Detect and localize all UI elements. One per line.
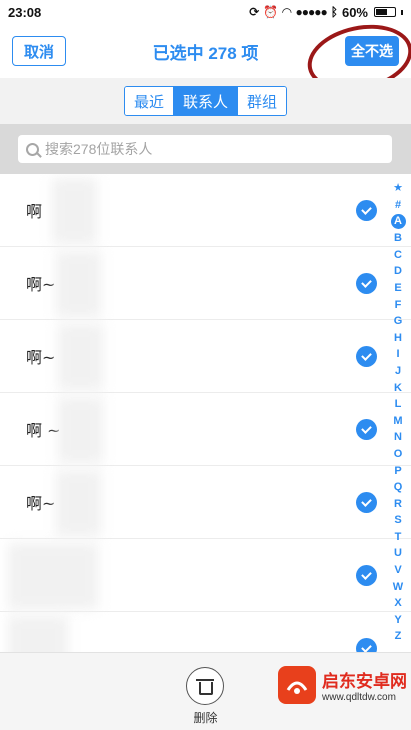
bluetooth-icon: ᛒ — [330, 5, 338, 19]
alphabet-index[interactable]: ★ # A B C D E F G H I J K L M N O P Q R S T U V W X Y Z — [390, 180, 406, 645]
blurred-region — [8, 616, 68, 652]
alpha-index-letter[interactable]: W — [390, 579, 406, 596]
contact-name: 啊 ~ — [26, 421, 61, 440]
battery-icon — [374, 7, 396, 17]
contact-name: 啊 — [26, 202, 43, 221]
segmented-control: 最近 联系人 群组 — [123, 86, 288, 116]
list-item[interactable]: 啊 — [0, 174, 411, 247]
alpha-index-letter[interactable]: C — [390, 247, 406, 264]
alpha-index-letter[interactable]: A — [390, 214, 406, 230]
nav-bar: 取消 已选中 278 项 全不选 — [0, 15, 411, 101]
list-item[interactable]: 啊 ~ — [0, 393, 411, 466]
blurred-region — [58, 397, 103, 463]
alpha-index-letter[interactable]: M — [390, 413, 406, 430]
trash-icon — [196, 679, 214, 695]
contact-name: 啊~ — [26, 494, 56, 513]
cancel-button[interactable]: 取消 — [12, 36, 66, 66]
alpha-index-letter[interactable]: ★ — [390, 180, 406, 197]
list-item[interactable]: 啊~ — [0, 466, 411, 539]
battery-percent: 60% — [341, 4, 368, 20]
checkmark-icon[interactable] — [356, 492, 377, 513]
blurred-region — [58, 324, 103, 390]
watermark-title: 启东安卓网 — [322, 672, 407, 691]
blurred-region — [56, 470, 101, 536]
alpha-index-letter[interactable]: Q — [390, 479, 406, 496]
battery-cap — [401, 9, 403, 15]
wifi-icon: ◠ — [282, 5, 292, 19]
signal-icon: ●●●●● — [295, 5, 328, 19]
alpha-index-letter[interactable]: V — [390, 562, 406, 579]
alpha-index-letter[interactable]: S — [390, 512, 406, 529]
alpha-index-letter[interactable]: O — [390, 446, 406, 463]
checkmark-icon[interactable] — [356, 346, 377, 367]
checkmark-icon[interactable] — [356, 419, 377, 440]
alpha-index-letter[interactable]: E — [390, 280, 406, 297]
watermark-url: www.qdltdw.com — [322, 692, 396, 703]
watermark: 启东安卓网 www.qdltdw.com — [278, 666, 407, 704]
alpha-index-letter[interactable]: P — [390, 463, 406, 480]
alpha-index-letter[interactable]: R — [390, 496, 406, 513]
contact-name: 啊~ — [26, 275, 56, 294]
alarm-icon: ⏰ — [263, 5, 279, 19]
alpha-index-letter[interactable]: X — [390, 595, 406, 612]
checkmark-icon[interactable] — [356, 200, 377, 221]
delete-label: 删除 — [193, 711, 218, 725]
contact-list: 啊 啊~ 啊~ 啊 ~ 啊~ — [0, 174, 411, 652]
alpha-index-letter[interactable]: H — [390, 330, 406, 347]
alpha-index-letter[interactable]: B — [390, 230, 406, 247]
contact-name: 啊~ — [26, 348, 56, 367]
status-bar: 23:08 ⟳ ⏰ ◠ ●●●●● ᛒ 60% — [0, 0, 411, 24]
delete-button[interactable] — [186, 667, 224, 705]
watermark-logo-icon — [278, 666, 316, 704]
alpha-index-letter[interactable]: # — [390, 197, 406, 214]
segment-bar: 最近 联系人 群组 — [0, 78, 411, 124]
alpha-index-letter[interactable]: I — [390, 346, 406, 363]
alpha-index-letter[interactable]: L — [390, 396, 406, 413]
blurred-region — [56, 251, 101, 317]
alpha-index-letter[interactable]: K — [390, 380, 406, 397]
alpha-index-letter[interactable]: Y — [390, 612, 406, 629]
search-bar — [0, 124, 411, 174]
alpha-index-letter[interactable]: T — [390, 529, 406, 546]
tab-groups[interactable]: 群组 — [237, 87, 287, 115]
checkmark-icon[interactable] — [356, 273, 377, 294]
list-item[interactable]: 啊~ — [0, 247, 411, 320]
deselect-all-button[interactable]: 全不选 — [345, 36, 399, 66]
search-icon — [26, 142, 39, 156]
page-title: 已选中 278 项 — [152, 43, 259, 63]
rotation-lock-icon: ⟳ — [249, 5, 260, 19]
list-item[interactable] — [0, 612, 411, 652]
search-input[interactable] — [45, 141, 365, 157]
status-time: 23:08 — [8, 4, 42, 20]
alpha-index-letter[interactable]: Z — [390, 628, 406, 645]
tab-recent[interactable]: 最近 — [124, 87, 173, 115]
blurred-region — [52, 178, 97, 244]
alpha-index-letter[interactable]: D — [390, 263, 406, 280]
blurred-region — [8, 543, 98, 609]
alpha-index-letter[interactable]: G — [390, 313, 406, 330]
alpha-index-letter[interactable]: J — [390, 363, 406, 380]
checkmark-icon[interactable] — [356, 565, 377, 586]
search-box[interactable] — [18, 135, 392, 163]
alpha-index-letter[interactable]: N — [390, 429, 406, 446]
list-item[interactable]: 啊~ — [0, 320, 411, 393]
alpha-index-letter[interactable]: U — [390, 545, 406, 562]
tab-contacts[interactable]: 联系人 — [172, 87, 237, 115]
alpha-index-letter[interactable]: F — [390, 297, 406, 314]
checkmark-icon[interactable] — [356, 638, 377, 652]
list-item[interactable] — [0, 539, 411, 612]
